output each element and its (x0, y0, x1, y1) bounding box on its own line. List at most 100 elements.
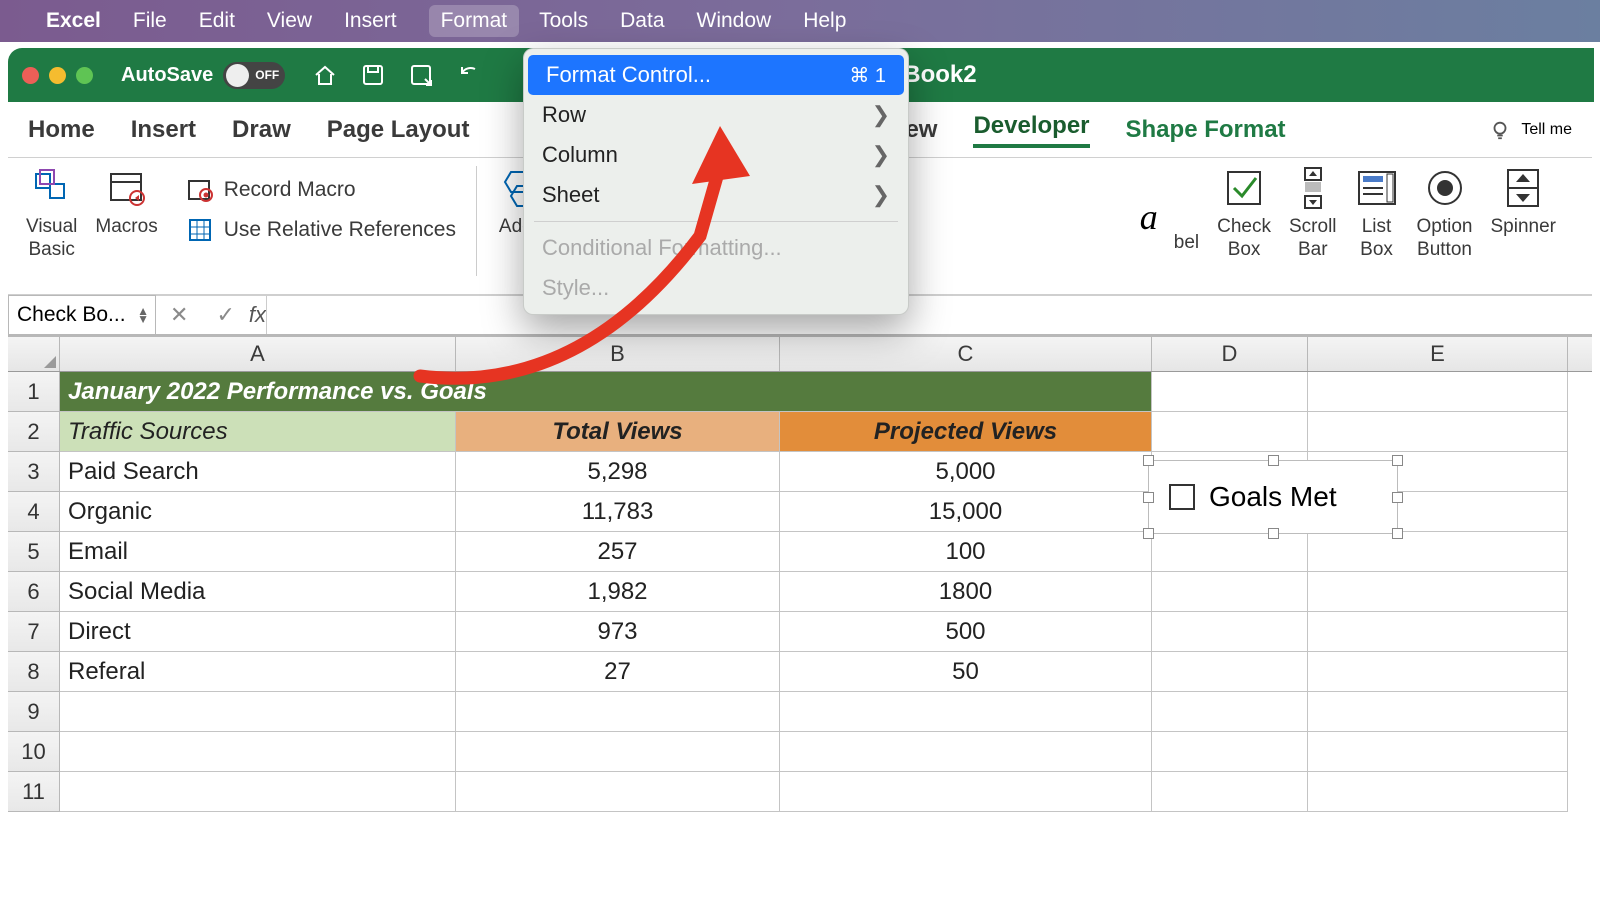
menu-edit[interactable]: Edit (199, 9, 235, 33)
cell-A7[interactable]: Direct (60, 612, 456, 652)
menu-app[interactable]: Excel (46, 9, 101, 33)
listbox-control-button[interactable]: List Box (1355, 166, 1399, 262)
formula-input[interactable] (266, 296, 1592, 334)
cell-A6[interactable]: Social Media (60, 572, 456, 612)
namebox-stepper-icon[interactable]: ▲▼ (137, 307, 149, 323)
menu-file[interactable]: File (133, 9, 167, 33)
fx-icon[interactable]: fx (249, 302, 266, 328)
maximize-button[interactable] (76, 67, 93, 84)
row-5[interactable]: 5 (8, 532, 60, 572)
menu-help[interactable]: Help (803, 9, 846, 33)
tab-shape-format[interactable]: Shape Format (1126, 116, 1286, 144)
cell-E2[interactable] (1308, 412, 1568, 452)
cell-B8[interactable]: 27 (456, 652, 780, 692)
col-A[interactable]: A (60, 337, 456, 371)
cell-E9[interactable] (1308, 692, 1568, 732)
cell-D10[interactable] (1152, 732, 1308, 772)
cell-C7[interactable]: 500 (780, 612, 1152, 652)
menu-item-format-control[interactable]: Format Control... ⌘ 1 (528, 55, 904, 95)
tab-draw[interactable]: Draw (232, 116, 291, 144)
cancel-formula-icon[interactable]: ✕ (170, 302, 188, 328)
cell-A3[interactable]: Paid Search (60, 452, 456, 492)
cell-B10[interactable] (456, 732, 780, 772)
save-as-icon[interactable] (407, 61, 435, 89)
col-B[interactable]: B (456, 337, 780, 371)
cell-A1[interactable]: January 2022 Performance vs. Goals (60, 372, 1152, 412)
cell-E6[interactable] (1308, 572, 1568, 612)
minimize-button[interactable] (49, 67, 66, 84)
scrollbar-control-button[interactable]: Scroll Bar (1289, 166, 1337, 262)
checkbox-icon[interactable] (1169, 484, 1195, 510)
cell-C10[interactable] (780, 732, 1152, 772)
visual-basic-button[interactable]: Visual Basic (26, 166, 77, 262)
row-4[interactable]: 4 (8, 492, 60, 532)
menu-format[interactable]: Format (429, 5, 520, 37)
row-6[interactable]: 6 (8, 572, 60, 612)
cell-B5[interactable]: 257 (456, 532, 780, 572)
close-button[interactable] (22, 67, 39, 84)
row-8[interactable]: 8 (8, 652, 60, 692)
select-all-corner[interactable] (8, 337, 60, 371)
cell-A11[interactable] (60, 772, 456, 812)
spinner-control-button[interactable]: Spinner (1491, 166, 1557, 239)
menu-insert[interactable]: Insert (344, 9, 397, 33)
option-button-control[interactable]: Option Button (1417, 166, 1473, 262)
menu-view[interactable]: View (267, 9, 312, 33)
col-C[interactable]: C (780, 337, 1152, 371)
cell-E7[interactable] (1308, 612, 1568, 652)
row-9[interactable]: 9 (8, 692, 60, 732)
cell-D2[interactable] (1152, 412, 1308, 452)
cell-E11[interactable] (1308, 772, 1568, 812)
row-10[interactable]: 10 (8, 732, 60, 772)
cell-B11[interactable] (456, 772, 780, 812)
menu-item-column[interactable]: Column❯ (524, 135, 908, 175)
cell-B7[interactable]: 973 (456, 612, 780, 652)
cell-D1[interactable] (1152, 372, 1308, 412)
cell-C8[interactable]: 50 (780, 652, 1152, 692)
cell-B4[interactable]: 11,783 (456, 492, 780, 532)
cell-B9[interactable] (456, 692, 780, 732)
cell-E10[interactable] (1308, 732, 1568, 772)
cell-A2[interactable]: Traffic Sources (60, 412, 456, 452)
menu-item-sheet[interactable]: Sheet❯ (524, 175, 908, 215)
col-E[interactable]: E (1308, 337, 1568, 371)
tab-developer[interactable]: Developer (973, 112, 1089, 148)
cell-A8[interactable]: Referal (60, 652, 456, 692)
cell-C4[interactable]: 15,000 (780, 492, 1152, 532)
tab-home[interactable]: Home (28, 116, 95, 144)
use-relative-refs-button[interactable]: Use Relative References (186, 216, 456, 244)
cell-D6[interactable] (1152, 572, 1308, 612)
name-box[interactable]: Check Bo... ▲▼ (8, 295, 156, 335)
save-icon[interactable] (359, 61, 387, 89)
cell-E8[interactable] (1308, 652, 1568, 692)
cell-D11[interactable] (1152, 772, 1308, 812)
row-11[interactable]: 11 (8, 772, 60, 812)
accept-formula-icon[interactable]: ✓ (216, 302, 234, 328)
home-icon[interactable] (311, 61, 339, 89)
form-checkbox-goals-met[interactable]: Goals Met (1148, 460, 1398, 534)
tell-me[interactable]: Tell me (1489, 119, 1572, 141)
cell-A5[interactable]: Email (60, 532, 456, 572)
cell-D5[interactable] (1152, 532, 1308, 572)
cell-E1[interactable] (1308, 372, 1568, 412)
cell-B6[interactable]: 1,982 (456, 572, 780, 612)
cell-A4[interactable]: Organic (60, 492, 456, 532)
tab-page-layout[interactable]: Page Layout (327, 116, 470, 144)
row-2[interactable]: 2 (8, 412, 60, 452)
cell-C2[interactable]: Projected Views (780, 412, 1152, 452)
macros-button[interactable]: Macros (95, 166, 157, 239)
cell-D7[interactable] (1152, 612, 1308, 652)
cell-C9[interactable] (780, 692, 1152, 732)
cell-A9[interactable] (60, 692, 456, 732)
menu-window[interactable]: Window (697, 9, 772, 33)
row-1[interactable]: 1 (8, 372, 60, 412)
cell-C3[interactable]: 5,000 (780, 452, 1152, 492)
row-3[interactable]: 3 (8, 452, 60, 492)
cell-B2[interactable]: Total Views (456, 412, 780, 452)
cell-D9[interactable] (1152, 692, 1308, 732)
cell-C11[interactable] (780, 772, 1152, 812)
tab-partial[interactable]: ew (905, 116, 937, 144)
cell-C6[interactable]: 1800 (780, 572, 1152, 612)
cell-E5[interactable] (1308, 532, 1568, 572)
menu-tools[interactable]: Tools (539, 9, 588, 33)
